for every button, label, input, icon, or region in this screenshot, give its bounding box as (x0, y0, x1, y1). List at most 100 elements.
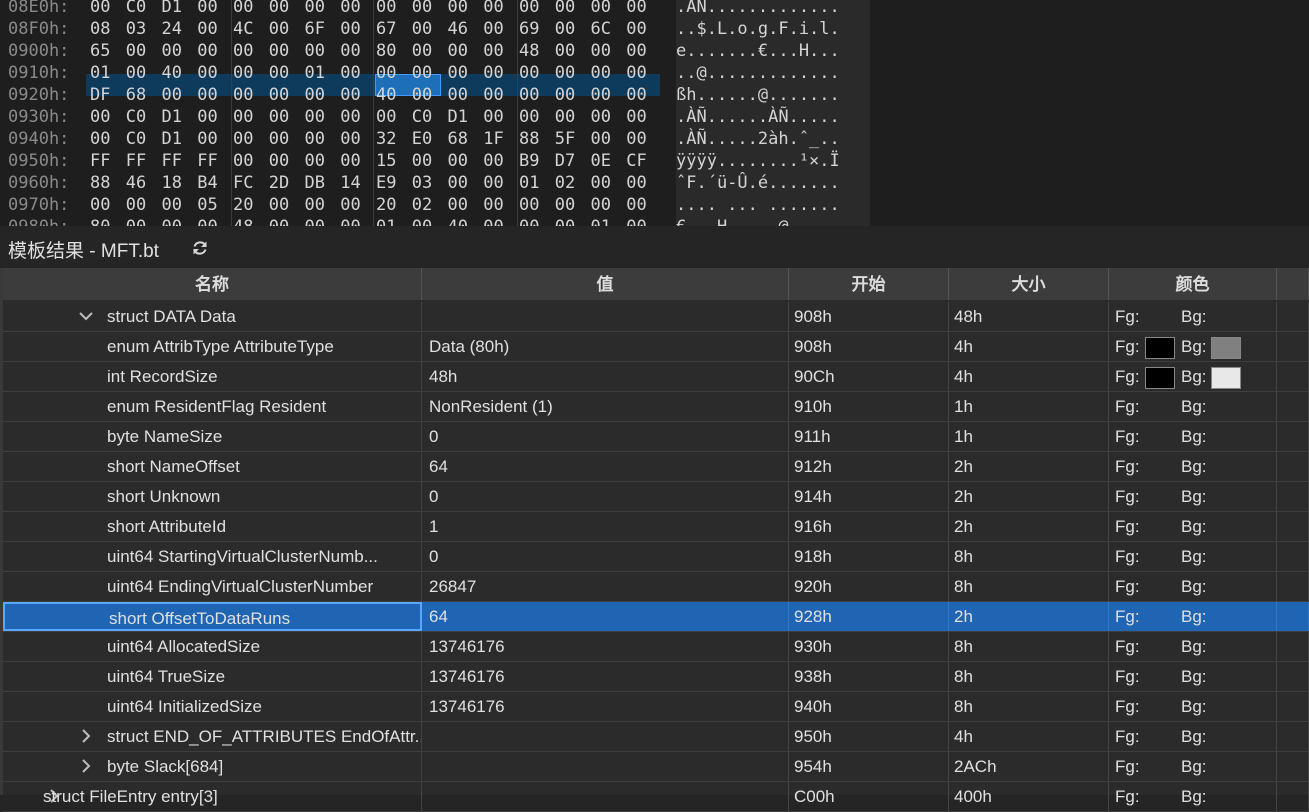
template-row[interactable]: short NameOffset 64 912h 2h Fg: Bg: (3, 452, 1309, 482)
hex-byte[interactable]: 00 (269, 0, 289, 18)
hex-byte[interactable]: D1 (448, 106, 468, 128)
hex-byte[interactable]: 32 (376, 128, 396, 150)
hex-byte[interactable]: 00 (340, 0, 360, 18)
hex-byte[interactable]: 69 (519, 18, 539, 40)
hex-byte[interactable]: 00 (448, 84, 468, 106)
hex-byte[interactable]: 40 (376, 84, 396, 106)
hex-byte[interactable]: 00 (412, 62, 432, 84)
chevron-right-icon[interactable] (79, 729, 93, 743)
hex-byte[interactable]: 00 (412, 40, 432, 62)
hex-byte[interactable]: E0 (412, 128, 432, 150)
hex-byte[interactable]: 20 (233, 194, 253, 216)
hex-byte[interactable]: 00 (269, 194, 289, 216)
hex-byte[interactable]: 00 (591, 62, 611, 84)
hex-byte[interactable]: 00 (483, 172, 503, 194)
hex-byte[interactable]: 00 (197, 62, 217, 84)
hex-byte[interactable]: 40 (448, 216, 468, 226)
hex-byte[interactable]: 00 (162, 216, 182, 226)
hex-byte[interactable]: 00 (340, 150, 360, 172)
hex-byte[interactable]: 46 (448, 18, 468, 40)
template-row-name-cell[interactable]: short AttributeId (3, 512, 422, 541)
template-row[interactable]: byte Slack[684] 954h 2ACh Fg: Bg: (3, 752, 1309, 782)
template-row-name-cell[interactable]: struct FileEntry entry[3] (3, 782, 422, 811)
hex-byte[interactable]: 00 (269, 18, 289, 40)
chevron-right-icon[interactable] (79, 759, 93, 773)
hex-byte[interactable]: 65 (90, 40, 110, 62)
hex-byte[interactable]: 00 (269, 40, 289, 62)
hex-byte[interactable]: 00 (483, 40, 503, 62)
hex-byte[interactable]: 00 (269, 128, 289, 150)
hex-row-ascii[interactable]: .ÀÑ.....2àh.ˆ_.. (676, 128, 870, 150)
hex-byte[interactable]: 00 (519, 194, 539, 216)
hex-byte[interactable]: 01 (90, 62, 110, 84)
hex-byte[interactable]: 00 (626, 194, 646, 216)
hex-byte[interactable]: 88 (90, 172, 110, 194)
hex-byte[interactable]: 00 (233, 128, 253, 150)
template-row-name-cell[interactable]: byte NameSize (3, 422, 422, 451)
fg-color-swatch[interactable] (1145, 367, 1175, 389)
hex-byte[interactable]: 00 (90, 128, 110, 150)
hex-byte[interactable]: 48 (233, 216, 253, 226)
hex-byte[interactable]: 00 (305, 106, 325, 128)
template-row-name-cell[interactable]: int RecordSize (3, 362, 422, 391)
template-row[interactable]: uint64 AllocatedSize 13746176 930h 8h Fg: Bg: (3, 632, 1309, 662)
template-row-name-cell[interactable]: enum ResidentFlag Resident (3, 392, 422, 421)
bg-color-swatch[interactable] (1211, 337, 1241, 359)
hex-byte[interactable]: 00 (340, 84, 360, 106)
hex-byte[interactable]: 00 (233, 0, 253, 18)
hex-byte[interactable]: 08 (90, 18, 110, 40)
hex-byte[interactable]: 01 (376, 216, 396, 226)
hex-byte[interactable]: B9 (519, 150, 539, 172)
hex-byte[interactable]: C0 (126, 128, 146, 150)
hex-byte[interactable]: 00 (448, 172, 468, 194)
hex-byte[interactable]: 00 (90, 194, 110, 216)
hex-byte[interactable]: 00 (197, 128, 217, 150)
hex-byte[interactable]: 00 (126, 62, 146, 84)
hex-byte[interactable]: 24 (162, 18, 182, 40)
hex-byte[interactable]: 00 (626, 18, 646, 40)
hex-byte[interactable]: 00 (626, 216, 646, 226)
hex-byte[interactable]: 68 (448, 128, 468, 150)
hex-byte[interactable]: DF (90, 84, 110, 106)
hex-byte[interactable]: 00 (376, 106, 396, 128)
hex-byte[interactable]: 4C (233, 18, 253, 40)
hex-byte[interactable]: 46 (126, 172, 146, 194)
hex-byte[interactable]: 00 (448, 150, 468, 172)
template-row[interactable]: short OffsetToDataRuns 64 928h 2h Fg: Bg: (3, 602, 1309, 632)
hex-row-ascii[interactable]: €...H.....@..... (676, 216, 870, 226)
hex-byte[interactable]: 00 (269, 106, 289, 128)
template-row-name-cell[interactable]: short NameOffset (3, 452, 422, 481)
hex-byte[interactable]: 00 (269, 150, 289, 172)
hex-byte[interactable]: 00 (555, 194, 575, 216)
template-results-table[interactable]: 名称 值 开始 大小 颜色 struct DATA Data 908h 48h Fg:… (0, 268, 1309, 812)
hex-row-ascii[interactable]: ..@............. (676, 62, 870, 84)
hex-byte[interactable]: 48 (519, 40, 539, 62)
template-row[interactable]: enum AttribType AttributeType Data (80h) 9… (3, 332, 1309, 362)
hex-byte[interactable]: 00 (305, 216, 325, 226)
column-header-color[interactable]: 颜色 (1109, 268, 1277, 300)
template-row[interactable]: short Unknown 0 914h 2h Fg: Bg: (3, 482, 1309, 512)
hex-byte[interactable]: 18 (162, 172, 182, 194)
hex-byte[interactable]: 00 (305, 194, 325, 216)
hex-byte[interactable]: 00 (197, 18, 217, 40)
template-row[interactable]: uint64 InitializedSize 13746176 940h 8h Fg: B… (3, 692, 1309, 722)
hex-byte[interactable]: 20 (376, 194, 396, 216)
template-row-name-cell[interactable]: short OffsetToDataRuns (3, 602, 422, 631)
hex-byte[interactable]: FF (162, 150, 182, 172)
hex-byte[interactable]: FC (233, 172, 253, 194)
hex-byte[interactable]: 00 (340, 216, 360, 226)
hex-byte[interactable]: 80 (90, 216, 110, 226)
hex-byte[interactable]: 00 (412, 0, 432, 18)
hex-byte[interactable]: 2D (269, 172, 289, 194)
hex-byte[interactable]: 00 (126, 40, 146, 62)
hex-byte[interactable]: 88 (519, 128, 539, 150)
template-row-name-cell[interactable]: uint64 EndingVirtualClusterNumber (3, 572, 422, 601)
hex-byte[interactable]: 00 (483, 150, 503, 172)
hex-byte[interactable]: D1 (162, 0, 182, 18)
hex-byte[interactable]: 00 (197, 216, 217, 226)
hex-byte[interactable]: 00 (519, 62, 539, 84)
hex-byte[interactable]: 00 (448, 62, 468, 84)
hex-row-ascii[interactable]: .... ... ....... (676, 194, 870, 216)
hex-byte[interactable]: 00 (233, 40, 253, 62)
hex-byte[interactable]: D7 (555, 150, 575, 172)
